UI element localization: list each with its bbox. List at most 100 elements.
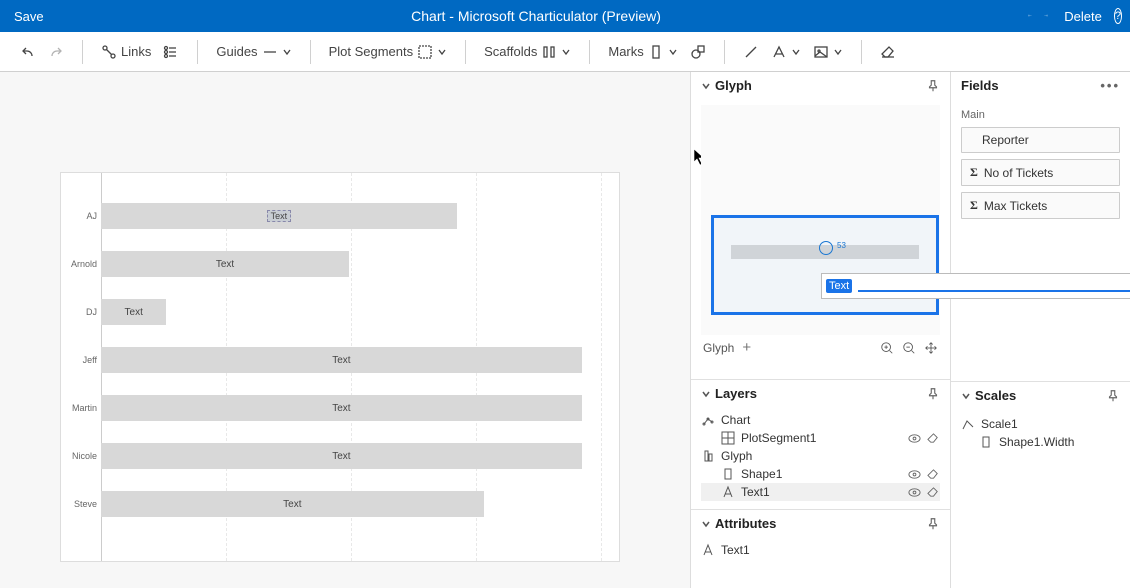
field-label: No of Tickets	[984, 166, 1053, 180]
chevron-down-icon	[791, 47, 801, 57]
scales-panel: Scales Scale1 Shape1.Width	[951, 382, 1130, 457]
marks-label: Marks	[608, 44, 643, 59]
chevron-down-icon	[668, 47, 678, 57]
bar-row[interactable]: JeffText	[101, 347, 582, 373]
layer-text[interactable]: Text1	[701, 483, 940, 501]
redo-button[interactable]	[44, 41, 68, 63]
bar-row[interactable]: DJText	[101, 299, 166, 325]
pin-icon[interactable]	[926, 79, 940, 93]
chevron-down-icon[interactable]	[701, 519, 711, 529]
layer-glyph[interactable]: Glyph	[701, 447, 940, 465]
layer-chart[interactable]: Chart	[701, 411, 940, 429]
shape-icon	[721, 467, 735, 481]
erase-layer-icon[interactable]	[927, 432, 940, 445]
pin-icon[interactable]	[1106, 389, 1120, 403]
chevron-down-icon[interactable]	[961, 391, 971, 401]
data-drop-icon[interactable]	[819, 241, 833, 255]
attribute-item[interactable]: Text1	[701, 543, 940, 557]
bar[interactable]: Text	[101, 347, 582, 373]
plotsegment-icon	[721, 431, 735, 445]
scale-subitem[interactable]: Shape1.Width	[961, 433, 1120, 451]
category-label: Steve	[67, 499, 97, 509]
layer-label: Chart	[721, 413, 750, 427]
erase-layer-icon[interactable]	[927, 486, 940, 499]
scale-sub-label: Shape1.Width	[999, 435, 1074, 449]
guides-label: Guides	[216, 44, 257, 59]
legend-button[interactable]	[159, 41, 183, 63]
help-button[interactable]: ?	[1114, 8, 1122, 24]
undo-icon	[20, 44, 36, 60]
bar[interactable]: Text	[101, 203, 457, 229]
delete-button[interactable]: Delete	[1060, 9, 1102, 24]
text-value-chip[interactable]: Text	[826, 279, 852, 293]
toolbar: Links Guides Plot Segments Scaffolds Mar…	[0, 32, 1130, 72]
bar-text-placeholder[interactable]: Text	[267, 210, 292, 222]
plot-segments-button[interactable]: Plot Segments	[325, 41, 452, 63]
layer-shape[interactable]: Shape1	[701, 465, 940, 483]
field-label: Reporter	[970, 133, 1029, 147]
save-button[interactable]: Save	[8, 9, 44, 24]
icon-mark-button[interactable]	[809, 41, 847, 63]
title-bar: Save Chart - Microsoft Charticulator (Pr…	[0, 0, 1130, 32]
scaffolds-button[interactable]: Scaffolds	[480, 41, 575, 63]
bar[interactable]: Text	[101, 491, 484, 517]
links-icon	[101, 44, 117, 60]
scale-icon	[961, 417, 975, 431]
glyph-annotation: 53	[837, 241, 846, 250]
bar-row[interactable]: SteveText	[101, 491, 484, 517]
text-mark-button[interactable]	[767, 41, 805, 63]
bar-row[interactable]: AJText	[101, 203, 457, 229]
field-reporter[interactable]: Reporter	[961, 127, 1120, 153]
bar-row[interactable]: NicoleText	[101, 443, 582, 469]
more-icon[interactable]: •••	[1100, 78, 1120, 93]
scales-panel-title: Scales	[975, 388, 1016, 403]
glyph-icon	[701, 449, 715, 463]
chevron-down-icon[interactable]	[701, 389, 711, 399]
marks-button[interactable]: Marks	[604, 41, 681, 63]
zoom-out-icon[interactable]	[902, 341, 916, 355]
glyph-editor[interactable]: 53 Text ✓ Glyph +	[691, 99, 950, 379]
eye-icon[interactable]	[908, 432, 921, 445]
line-mark-button[interactable]	[739, 41, 763, 63]
links-label: Links	[121, 44, 151, 59]
eye-icon[interactable]	[908, 486, 921, 499]
chevron-down-icon[interactable]	[701, 81, 711, 91]
links-button[interactable]: Links	[97, 41, 155, 63]
category-label: Nicole	[67, 451, 97, 461]
bar[interactable]: Text	[101, 395, 582, 421]
add-glyph-button[interactable]: +	[742, 339, 751, 356]
eye-icon[interactable]	[908, 468, 921, 481]
bar-row[interactable]: ArnoldText	[101, 251, 349, 277]
attribute-label: Text1	[721, 543, 750, 557]
field-max-tickets[interactable]: Σ Max Tickets	[961, 192, 1120, 219]
chart-canvas[interactable]: AJText ArnoldText DJText JeffText MartinText…	[0, 72, 690, 588]
erase-button[interactable]	[876, 41, 900, 63]
undo-button[interactable]	[16, 41, 40, 63]
plot-segments-label: Plot Segments	[329, 44, 414, 59]
delete-label: Delete	[1064, 9, 1102, 24]
glyph-tab[interactable]: Glyph	[703, 341, 734, 355]
bar[interactable]: Text	[101, 443, 582, 469]
selection-highlight	[711, 215, 939, 315]
field-no-of-tickets[interactable]: Σ No of Tickets	[961, 159, 1120, 186]
chevron-down-icon	[833, 47, 843, 57]
layers-panel-title: Layers	[715, 386, 757, 401]
redo-icon	[48, 44, 64, 60]
bar[interactable]: Text	[101, 299, 166, 325]
symbol-mark-button[interactable]	[686, 41, 710, 63]
pin-icon[interactable]	[926, 387, 940, 401]
pan-icon[interactable]	[924, 341, 938, 355]
layer-plotsegment[interactable]: PlotSegment1	[701, 429, 940, 447]
bar[interactable]: Text	[101, 251, 349, 277]
scale-item[interactable]: Scale1	[961, 415, 1120, 433]
shape-icon	[979, 435, 993, 449]
arrow-collapse-left-icon[interactable]	[1028, 14, 1032, 17]
glyph-text-input[interactable]: Text ✓	[821, 273, 1130, 299]
fields-table-label: Main	[961, 109, 1120, 121]
erase-layer-icon[interactable]	[927, 468, 940, 481]
zoom-in-icon[interactable]	[880, 341, 894, 355]
arrow-expand-right-icon[interactable]	[1044, 14, 1048, 17]
pin-icon[interactable]	[926, 517, 940, 531]
bar-row[interactable]: MartinText	[101, 395, 582, 421]
guides-button[interactable]: Guides	[212, 41, 295, 63]
